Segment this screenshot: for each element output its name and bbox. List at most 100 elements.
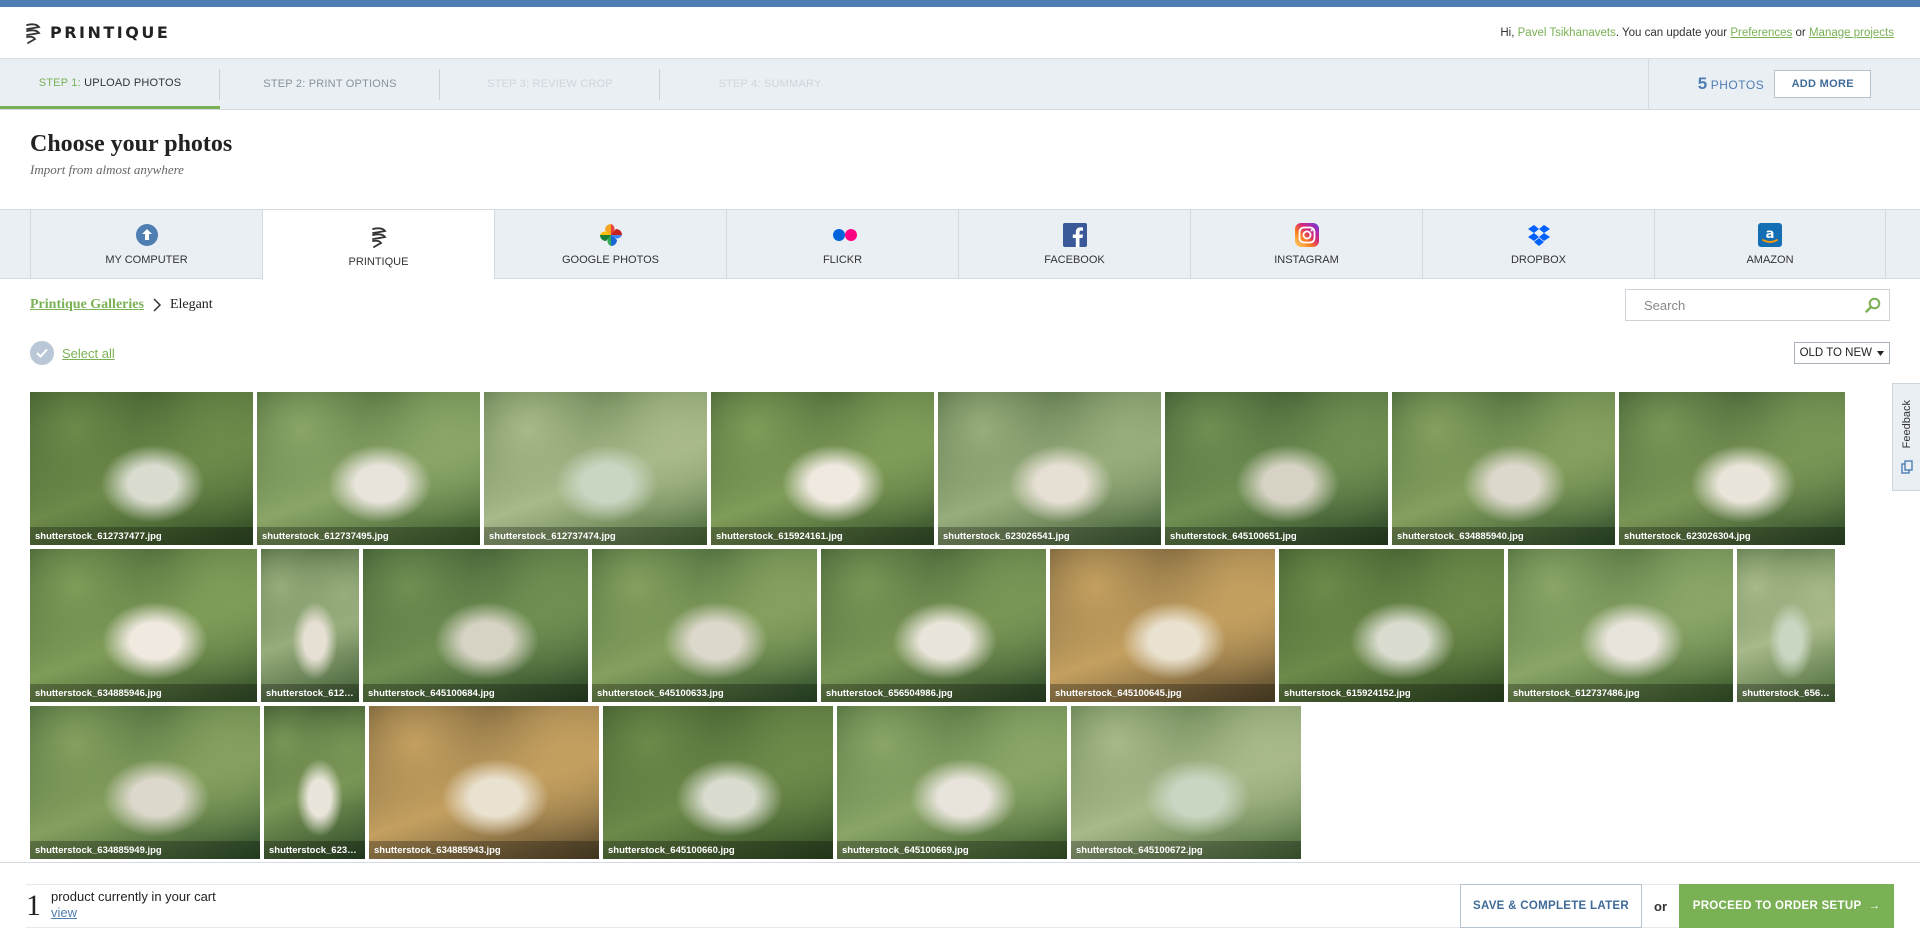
source-label: MY COMPUTER bbox=[105, 254, 188, 266]
photo-thumbnail[interactable]: shutterstock_634885946.jpg bbox=[30, 549, 257, 702]
cart-footer: 1 product currently in your cart view SA… bbox=[0, 862, 1920, 949]
arrow-right-icon: → bbox=[1868, 900, 1881, 912]
site-header: PRINTIQUE Hi, Pavel Tsikhanavets. You ca… bbox=[0, 7, 1920, 59]
step-number: STEP 4: bbox=[718, 78, 761, 90]
page-subtitle: Import from almost anywhere bbox=[30, 162, 184, 177]
photo-filename: shutterstock_615924152.jpg bbox=[1279, 684, 1504, 702]
photo-thumbnail[interactable]: shutterstock_612737495.jpg bbox=[257, 392, 480, 545]
photo-thumbnail[interactable]: shutterstock_656505... bbox=[1737, 549, 1835, 702]
photo-thumbnail[interactable]: shutterstock_623026541.jpg bbox=[938, 392, 1161, 545]
step-review-crop: STEP 3: REVIEW CROP bbox=[440, 59, 660, 109]
source-label: AMAZON bbox=[1746, 254, 1794, 266]
photo-thumbnail[interactable]: shutterstock_623026304.jpg bbox=[1619, 392, 1845, 545]
photo-filename: shutterstock_623026... bbox=[264, 841, 365, 859]
photo-thumbnail[interactable]: shutterstock_645100672.jpg bbox=[1071, 706, 1301, 859]
photo-thumbnail[interactable]: shutterstock_645100660.jpg bbox=[603, 706, 833, 859]
facebook-icon bbox=[1062, 223, 1087, 247]
page-heading: Choose your photos Import from almost an… bbox=[0, 110, 1920, 209]
photo-thumbnail[interactable]: shutterstock_634885940.jpg bbox=[1392, 392, 1615, 545]
checkmark-icon bbox=[36, 348, 48, 358]
source-tab-flickr[interactable]: FLICKR bbox=[726, 210, 958, 278]
user-name: Pavel Tsikhanavets bbox=[1517, 26, 1616, 39]
photo-filename: shutterstock_645100684.jpg bbox=[363, 684, 588, 702]
preferences-link[interactable]: Preferences bbox=[1730, 27, 1792, 39]
photo-thumbnail[interactable]: shutterstock_612737474.jpg bbox=[484, 392, 707, 545]
step-label: UPLOAD PHOTOS bbox=[84, 76, 182, 89]
photo-thumbnail[interactable]: shutterstock_634885943.jpg bbox=[369, 706, 599, 859]
photo-thumbnail[interactable]: shutterstock_615924161.jpg bbox=[711, 392, 934, 545]
breadcrumb-root-link[interactable]: Printique Galleries bbox=[30, 297, 144, 313]
photo-thumbnail[interactable]: shutterstock_612737477.jpg bbox=[30, 392, 253, 545]
step-number: STEP 1: bbox=[38, 76, 81, 89]
photo-filename: shutterstock_645100633.jpg bbox=[592, 684, 817, 702]
photo-filename: shutterstock_612737495.jpg bbox=[257, 527, 480, 545]
sort-select[interactable]: OLD TO NEW bbox=[1793, 342, 1890, 364]
search-box bbox=[1625, 289, 1890, 321]
page-title: Choose your photos bbox=[30, 131, 233, 157]
photo-thumbnail[interactable]: shutterstock_612737486.jpg bbox=[1508, 549, 1733, 702]
photo-thumbnail[interactable]: shutterstock_612737... bbox=[261, 549, 359, 702]
add-more-button[interactable]: ADD MORE bbox=[1774, 70, 1872, 98]
proceed-to-order-setup-button[interactable]: PROCEED TO ORDER SETUP → bbox=[1679, 884, 1894, 928]
photo-filename: shutterstock_645100669.jpg bbox=[837, 841, 1067, 859]
photo-thumbnail[interactable]: shutterstock_645100684.jpg bbox=[363, 549, 588, 702]
photo-count-panel: 5 PHOTOS ADD MORE bbox=[1648, 59, 1920, 109]
amazon-icon: a bbox=[1758, 223, 1782, 247]
upload-icon bbox=[135, 224, 158, 246]
photo-row: shutterstock_634885949.jpg shutterstock_6… bbox=[30, 706, 1840, 859]
photo-filename: shutterstock_623026304.jpg bbox=[1619, 527, 1845, 545]
step-print-options[interactable]: STEP 2: PRINT OPTIONS bbox=[220, 59, 440, 109]
source-tab-dropbox[interactable]: DROPBOX bbox=[1422, 210, 1654, 278]
printique-logo-icon bbox=[371, 227, 387, 248]
source-tab-printique[interactable]: PRINTIQUE bbox=[262, 210, 494, 281]
photo-filename: shutterstock_645100672.jpg bbox=[1071, 841, 1301, 859]
photo-thumbnail[interactable]: shutterstock_645100669.jpg bbox=[837, 706, 1067, 859]
photo-filename: shutterstock_612737486.jpg bbox=[1508, 684, 1733, 702]
feedback-label: Feedback bbox=[1900, 399, 1913, 449]
brand-logo[interactable]: PRINTIQUE bbox=[24, 21, 170, 45]
source-label: FLICKR bbox=[822, 254, 863, 266]
footer-actions: SAVE & COMPLETE LATER or PROCEED TO ORDE… bbox=[1460, 884, 1894, 928]
source-label: GOOGLE PHOTOS bbox=[562, 254, 659, 266]
photo-filename: shutterstock_645100651.jpg bbox=[1165, 527, 1388, 545]
step-summary: STEP 4: SUMMARY bbox=[660, 59, 880, 109]
save-complete-later-button[interactable]: SAVE & COMPLETE LATER bbox=[1460, 884, 1642, 928]
search-input[interactable] bbox=[1644, 297, 1844, 313]
photo-thumbnail[interactable]: shutterstock_645100645.jpg bbox=[1050, 549, 1275, 702]
source-tab-facebook[interactable]: FACEBOOK bbox=[958, 210, 1190, 278]
photo-row: shutterstock_634885946.jpg shutterstock_6… bbox=[30, 549, 1840, 702]
source-label: PRINTIQUE bbox=[348, 256, 409, 268]
search-icon[interactable] bbox=[1865, 297, 1881, 313]
select-all-control[interactable]: Select all bbox=[30, 341, 115, 365]
manage-projects-link[interactable]: Manage projects bbox=[1809, 27, 1894, 39]
greeting-mid: . You can update your bbox=[1615, 26, 1731, 39]
select-all-checkbox[interactable] bbox=[30, 341, 54, 365]
photo-thumbnail[interactable]: shutterstock_623026... bbox=[264, 706, 365, 859]
photo-thumbnail[interactable]: shutterstock_645100651.jpg bbox=[1165, 392, 1388, 545]
source-tab-my-computer[interactable]: MY COMPUTER bbox=[30, 210, 262, 278]
source-tab-amazon[interactable]: a AMAZON bbox=[1654, 210, 1886, 278]
photo-filename: shutterstock_656505... bbox=[1737, 684, 1835, 702]
photo-thumbnail[interactable]: shutterstock_634885949.jpg bbox=[30, 706, 260, 859]
step-upload-photos[interactable]: STEP 1: UPLOAD PHOTOS bbox=[0, 59, 220, 109]
source-tab-instagram[interactable]: INSTAGRAM bbox=[1190, 210, 1422, 278]
sort-selected-value: OLD TO NEW bbox=[1799, 347, 1872, 359]
instagram-icon bbox=[1294, 223, 1319, 247]
photo-thumbnail[interactable]: shutterstock_615924152.jpg bbox=[1279, 549, 1504, 702]
view-cart-link[interactable]: view bbox=[51, 905, 77, 920]
feedback-tab[interactable]: Feedback bbox=[1892, 383, 1920, 491]
photo-thumbnail[interactable]: shutterstock_645100633.jpg bbox=[592, 549, 817, 702]
select-all-link[interactable]: Select all bbox=[62, 346, 115, 361]
google-photos-icon bbox=[599, 224, 622, 246]
photo-thumbnail[interactable]: shutterstock_656504986.jpg bbox=[821, 549, 1046, 702]
top-accent-bar bbox=[0, 0, 1920, 7]
svg-text:a: a bbox=[1766, 227, 1775, 242]
photo-filename: shutterstock_612737... bbox=[261, 684, 359, 702]
photo-filename: shutterstock_645100645.jpg bbox=[1050, 684, 1275, 702]
feedback-icon bbox=[1900, 460, 1913, 474]
step-label: REVIEW CROP bbox=[532, 78, 613, 90]
source-tab-google-photos[interactable]: GOOGLE PHOTOS bbox=[494, 210, 726, 278]
breadcrumb: Printique Galleries Elegant bbox=[30, 297, 213, 313]
cart-bar: 1 product currently in your cart view SA… bbox=[26, 884, 1894, 928]
step-number: STEP 2: bbox=[263, 78, 306, 90]
